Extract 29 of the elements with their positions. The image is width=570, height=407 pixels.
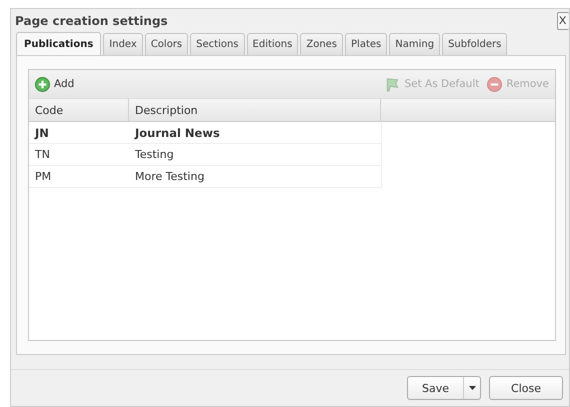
tab[interactable]: Plates [345, 33, 388, 55]
tab[interactable]: Naming [389, 33, 440, 55]
close-dialog-button[interactable]: Close [489, 376, 563, 400]
flag-icon [384, 76, 400, 92]
window-title: Page creation settings [15, 14, 168, 28]
table-cell-text: PM [34, 170, 52, 183]
tab[interactable]: Subfolders [442, 33, 508, 55]
add-button[interactable]: Add [35, 76, 74, 92]
table-cell-text: Journal News [133, 126, 221, 140]
window-close-button[interactable]: X [557, 12, 569, 30]
table-cell-text: Testing [134, 148, 175, 161]
caret-icon [468, 386, 476, 390]
table-row[interactable]: TN Testing [29, 144, 382, 166]
table-row[interactable]: JN Journal News [29, 122, 382, 144]
save-button[interactable]: Save [408, 377, 464, 399]
tab[interactable]: Publications [16, 32, 102, 55]
tab[interactable]: Zones [300, 33, 344, 55]
plus-icon [35, 76, 50, 92]
column-header[interactable]: Description [129, 99, 381, 121]
minus-icon [487, 76, 502, 92]
column-header[interactable]: Code [29, 99, 129, 121]
table-cell-text: JN [33, 126, 50, 140]
tab[interactable]: Index [103, 33, 143, 55]
tab[interactable]: Sections [190, 33, 245, 55]
table-cell-text: TN [34, 148, 51, 161]
table-row[interactable]: PM More Testing [29, 166, 382, 188]
table-cell-text: More Testing [134, 170, 206, 183]
tab[interactable]: Colors [144, 33, 188, 55]
tab[interactable]: Editions [246, 33, 298, 55]
